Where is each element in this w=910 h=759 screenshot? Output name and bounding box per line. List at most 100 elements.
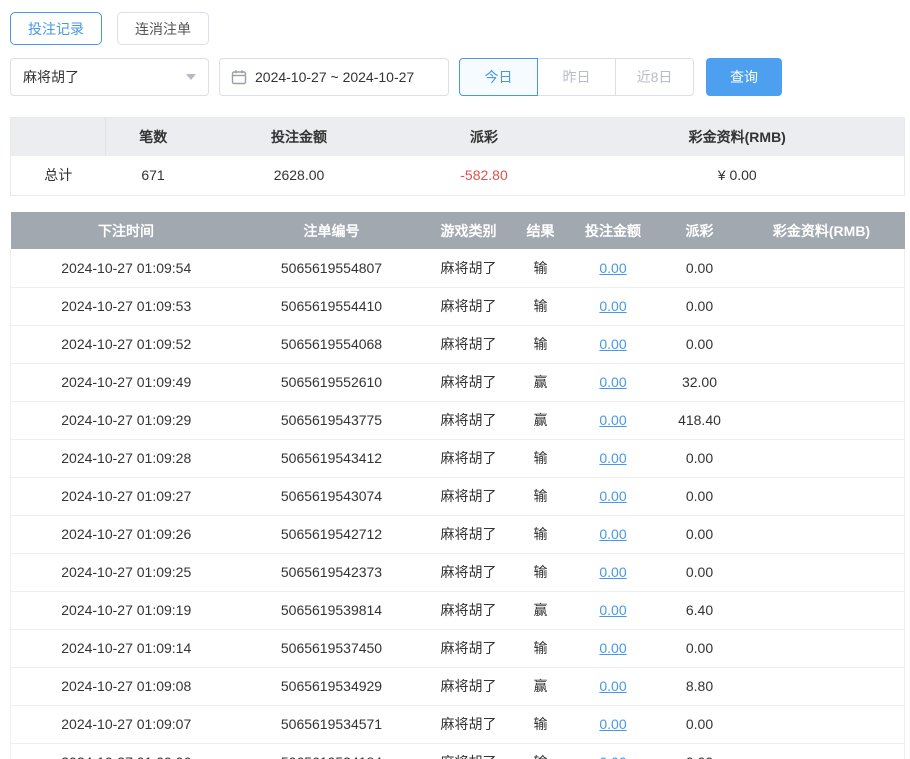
order-id-cell: 5065619554068 [242, 325, 422, 363]
bonus-cell [739, 629, 905, 667]
header-game-type: 游戏类别 [422, 212, 516, 249]
order-id-cell: 5065619552610 [242, 363, 422, 401]
result-cell: 赢 [516, 401, 566, 439]
bet-amount-cell: 0.00 [566, 401, 661, 439]
summary-header-payout: 派彩 [398, 118, 571, 156]
result-cell: 输 [516, 553, 566, 591]
bet-amount-link[interactable]: 0.00 [599, 260, 626, 276]
bet-amount-link[interactable]: 0.00 [599, 678, 626, 694]
date-range-picker[interactable]: 2024-10-27 ~ 2024-10-27 [219, 58, 449, 96]
bet-amount-link[interactable]: 0.00 [599, 488, 626, 504]
bet-amount-link[interactable]: 0.00 [599, 754, 626, 759]
bonus-cell [739, 363, 905, 401]
bet-amount-cell: 0.00 [566, 515, 661, 553]
betting-records-page: 投注记录 连消注单 麻将胡了 2024-10-27 ~ 2024-10-27 今… [0, 0, 910, 759]
bet-amount-link[interactable]: 0.00 [599, 298, 626, 314]
table-row: 2024-10-27 01:09:065065619534184麻将胡了输0.0… [11, 743, 905, 759]
bet-amount-cell: 0.00 [566, 287, 661, 325]
bonus-cell [739, 667, 905, 705]
bet-amount-link[interactable]: 0.00 [599, 450, 626, 466]
order-id-cell: 5065619534184 [242, 743, 422, 759]
tab-betting-records[interactable]: 投注记录 [10, 12, 102, 45]
bonus-cell [739, 743, 905, 759]
bet-time-cell: 2024-10-27 01:09:14 [11, 629, 242, 667]
game-type-cell: 麻将胡了 [422, 705, 516, 743]
bet-time-cell: 2024-10-27 01:09:08 [11, 667, 242, 705]
result-cell: 输 [516, 629, 566, 667]
bet-time-cell: 2024-10-27 01:09:27 [11, 477, 242, 515]
table-row: 2024-10-27 01:09:545065619554807麻将胡了输0.0… [11, 249, 905, 287]
result-cell: 输 [516, 439, 566, 477]
header-payout: 派彩 [661, 212, 739, 249]
bet-time-cell: 2024-10-27 01:09:26 [11, 515, 242, 553]
order-id-cell: 5065619543412 [242, 439, 422, 477]
summary-header-count: 笔数 [106, 118, 201, 156]
game-type-cell: 麻将胡了 [422, 515, 516, 553]
order-id-cell: 5065619542712 [242, 515, 422, 553]
tab-cancelled-orders[interactable]: 连消注单 [117, 12, 209, 45]
bet-amount-link[interactable]: 0.00 [599, 374, 626, 390]
order-id-cell: 5065619542373 [242, 553, 422, 591]
bet-time-cell: 2024-10-27 01:09:06 [11, 743, 242, 759]
order-id-cell: 5065619554410 [242, 287, 422, 325]
result-cell: 输 [516, 287, 566, 325]
game-type-cell: 麻将胡了 [422, 629, 516, 667]
table-row: 2024-10-27 01:09:265065619542712麻将胡了输0.0… [11, 515, 905, 553]
bet-amount-link[interactable]: 0.00 [599, 716, 626, 732]
bonus-cell [739, 249, 905, 287]
bet-amount-cell: 0.00 [566, 325, 661, 363]
bet-amount-cell: 0.00 [566, 705, 661, 743]
quick-filter-group: 今日 昨日 近8日 [459, 58, 694, 96]
payout-cell: 0.00 [661, 553, 739, 591]
order-id-cell: 5065619539814 [242, 591, 422, 629]
bet-amount-cell: 0.00 [566, 439, 661, 477]
summary-total-bonus: ¥ 0.00 [571, 156, 905, 196]
payout-cell: 6.40 [661, 591, 739, 629]
order-id-cell: 5065619554807 [242, 249, 422, 287]
bet-amount-link[interactable]: 0.00 [599, 640, 626, 656]
bet-time-cell: 2024-10-27 01:09:52 [11, 325, 242, 363]
payout-cell: 0.00 [661, 705, 739, 743]
result-cell: 输 [516, 743, 566, 759]
bet-amount-link[interactable]: 0.00 [599, 412, 626, 428]
game-type-cell: 麻将胡了 [422, 553, 516, 591]
summary-total-bet-amount: 2628.00 [201, 156, 398, 196]
bet-amount-cell: 0.00 [566, 363, 661, 401]
table-row: 2024-10-27 01:09:255065619542373麻将胡了输0.0… [11, 553, 905, 591]
game-type-cell: 麻将胡了 [422, 401, 516, 439]
payout-cell: 0.00 [661, 287, 739, 325]
quick-filter-today[interactable]: 今日 [459, 58, 538, 96]
header-result: 结果 [516, 212, 566, 249]
header-bonus: 彩金资料(RMB) [739, 212, 905, 249]
quick-filter-yesterday[interactable]: 昨日 [537, 58, 616, 96]
bonus-cell [739, 477, 905, 515]
filter-row: 麻将胡了 2024-10-27 ~ 2024-10-27 今日 昨日 近8日 查… [10, 58, 900, 96]
bet-time-cell: 2024-10-27 01:09:28 [11, 439, 242, 477]
table-row: 2024-10-27 01:09:085065619534929麻将胡了赢0.0… [11, 667, 905, 705]
tabs-row: 投注记录 连消注单 [10, 12, 900, 45]
quick-filter-last8days[interactable]: 近8日 [615, 58, 694, 96]
game-select-value: 麻将胡了 [23, 67, 79, 87]
game-select[interactable]: 麻将胡了 [10, 58, 209, 96]
bet-records-table: 下注时间 注单编号 游戏类别 结果 投注金额 派彩 彩金资料(RMB) 2024… [10, 212, 905, 759]
payout-cell: 0.00 [661, 743, 739, 759]
bet-amount-link[interactable]: 0.00 [599, 526, 626, 542]
bet-amount-link[interactable]: 0.00 [599, 602, 626, 618]
bet-time-cell: 2024-10-27 01:09:19 [11, 591, 242, 629]
bet-amount-link[interactable]: 0.00 [599, 336, 626, 352]
table-row: 2024-10-27 01:09:295065619543775麻将胡了赢0.0… [11, 401, 905, 439]
bonus-cell [739, 325, 905, 363]
table-row: 2024-10-27 01:09:195065619539814麻将胡了赢0.0… [11, 591, 905, 629]
payout-cell: 8.80 [661, 667, 739, 705]
query-button[interactable]: 查询 [706, 58, 782, 96]
payout-cell: 0.00 [661, 249, 739, 287]
summary-total-payout: -582.80 [398, 156, 571, 196]
table-header-row: 下注时间 注单编号 游戏类别 结果 投注金额 派彩 彩金资料(RMB) [11, 212, 905, 249]
date-range-value: 2024-10-27 ~ 2024-10-27 [255, 69, 414, 85]
bet-amount-cell: 0.00 [566, 629, 661, 667]
result-cell: 赢 [516, 667, 566, 705]
chevron-down-icon [186, 74, 196, 80]
bonus-cell [739, 439, 905, 477]
bet-amount-link[interactable]: 0.00 [599, 564, 626, 580]
game-type-cell: 麻将胡了 [422, 287, 516, 325]
